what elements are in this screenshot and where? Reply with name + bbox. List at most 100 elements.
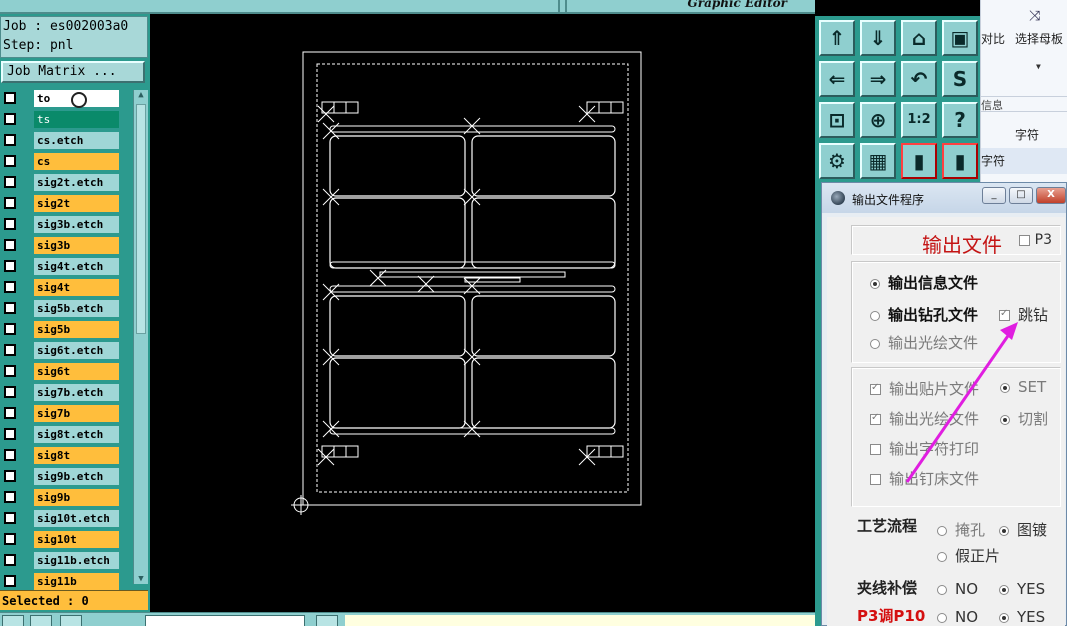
layer-name[interactable]: sig9b (34, 489, 119, 506)
layer-row[interactable]: sig3b.etch (0, 214, 132, 235)
layer-checkbox[interactable] (4, 92, 16, 104)
radio-tent[interactable]: 掩孔 (937, 519, 985, 540)
undo-button[interactable]: ↶ (901, 61, 937, 97)
check-output-print[interactable]: 输出字符打印 (870, 438, 979, 459)
layer-checkbox[interactable] (4, 491, 16, 503)
layer-checkbox[interactable] (4, 512, 16, 524)
layer-checkbox[interactable] (4, 449, 16, 461)
move-right-button[interactable]: ⇒ (860, 61, 896, 97)
ribbon-info-tab[interactable]: 信息 (981, 96, 1067, 112)
layer-name[interactable]: sig7b (34, 405, 119, 422)
layer-name[interactable]: sig4t.etch (34, 258, 119, 275)
layer-checkbox[interactable] (4, 302, 16, 314)
scale-1-2-button[interactable]: 1:2 (901, 102, 937, 138)
pattern-radio[interactable] (999, 525, 1009, 536)
layer-row[interactable]: sig3b (0, 235, 132, 256)
ribbon-char-b[interactable]: 字符 (981, 148, 1067, 174)
check-output-bed[interactable]: 输出钉床文件 (870, 468, 979, 489)
layer-name[interactable]: sig2t (34, 195, 119, 212)
radio-cut[interactable]: 切割 (1000, 408, 1048, 429)
layer-name[interactable]: sig6t (34, 363, 119, 380)
radio-pattern[interactable]: 图镀 (999, 519, 1047, 540)
chevron-down-icon[interactable]: ▼ (1036, 62, 1041, 71)
graphic-canvas[interactable] (150, 16, 815, 612)
radio-clamp-yes[interactable]: YES (999, 580, 1045, 598)
layer-row[interactable]: ts (0, 109, 132, 130)
scroll-down-icon[interactable]: ▼ (136, 574, 146, 584)
bottom-input-field[interactable] (145, 615, 305, 626)
radio-output-info[interactable]: 输出信息文件 (870, 272, 978, 293)
skip-drill-checkbox-row[interactable]: 跳钻 (999, 304, 1048, 325)
layer-name[interactable]: sig9b.etch (34, 468, 119, 485)
radio-p3p10-no[interactable]: NO (937, 608, 978, 626)
layer-row[interactable]: sig10t (0, 529, 132, 550)
maximize-button[interactable]: □ (1009, 187, 1033, 204)
radio-photo[interactable] (870, 338, 880, 349)
layer-row[interactable]: sig6t.etch (0, 340, 132, 361)
bottom-tool-button[interactable] (30, 615, 52, 626)
layer-list-scrollbar[interactable]: ▲ ▼ (133, 90, 148, 584)
layer-compare-button[interactable]: ▮ (901, 143, 937, 179)
layer-row[interactable]: sig4t.etch (0, 256, 132, 277)
photo-checkbox[interactable] (870, 412, 881, 425)
radio-set[interactable]: SET (1000, 378, 1046, 396)
bed-checkbox[interactable] (870, 474, 881, 485)
layer-row[interactable]: sig7b (0, 403, 132, 424)
layer-name[interactable]: sig4t (34, 279, 119, 296)
layer-checkbox[interactable] (4, 113, 16, 125)
skip-drill-checkbox[interactable] (999, 308, 1010, 321)
smt-checkbox[interactable] (870, 382, 881, 395)
radio-output-drill[interactable]: 输出钻孔文件 (870, 304, 978, 325)
home-button[interactable]: ⌂ (901, 20, 937, 56)
layer-name[interactable]: sig8t (34, 447, 119, 464)
layer-checkbox[interactable] (4, 470, 16, 482)
layer-checkbox[interactable] (4, 428, 16, 440)
layer-name[interactable]: sig5b.etch (34, 300, 119, 317)
layer-row[interactable]: sig7b.etch (0, 382, 132, 403)
bottom-tool-button[interactable] (60, 615, 82, 626)
fake-radio[interactable] (937, 551, 947, 562)
layer-name[interactable]: sig11b (34, 573, 119, 590)
scroll-thumb[interactable] (136, 104, 146, 334)
layer-checkbox[interactable] (4, 344, 16, 356)
move-down-button[interactable]: ⇓ (860, 20, 896, 56)
minimize-button[interactable]: _ (982, 187, 1006, 204)
set-radio[interactable] (1000, 382, 1010, 393)
layer-checkbox[interactable] (4, 260, 16, 272)
close-button[interactable]: X (1036, 187, 1066, 204)
layer-name[interactable]: sig10t.etch (34, 510, 119, 527)
job-matrix-button[interactable]: Job Matrix ... (1, 61, 145, 83)
dialog-title-bar[interactable]: 输出文件程序 _ □ X (822, 183, 1066, 213)
layer-name[interactable]: sig5b (34, 321, 119, 338)
help-button[interactable]: ? (942, 102, 978, 138)
layer-row[interactable]: cs.etch (0, 130, 132, 151)
clamp-no-radio[interactable] (937, 584, 947, 595)
bottom-tool-button[interactable] (2, 615, 24, 626)
window-button[interactable]: ▣ (942, 20, 978, 56)
radio-info[interactable] (870, 278, 880, 289)
layer-checkbox[interactable] (4, 533, 16, 545)
layer-row[interactable]: sig5b.etch (0, 298, 132, 319)
layer-name[interactable]: sig2t.etch (34, 174, 119, 191)
pan-button[interactable]: ⊕ (860, 102, 896, 138)
layer-compare-button[interactable]: ▮ (942, 143, 978, 179)
layer-row[interactable]: sig6t (0, 361, 132, 382)
layer-name[interactable]: sig3b (34, 237, 119, 254)
layer-name[interactable]: ts (34, 111, 119, 128)
layer-checkbox[interactable] (4, 386, 16, 398)
layer-row[interactable]: sig2t (0, 193, 132, 214)
layer-checkbox[interactable] (4, 239, 16, 251)
layer-row[interactable]: sig5b (0, 319, 132, 340)
layer-checkbox[interactable] (4, 554, 16, 566)
move-up-button[interactable]: ⇑ (819, 20, 855, 56)
ribbon-compare[interactable]: 对比 (981, 30, 1005, 47)
p3-checkbox-row[interactable]: P3 (1019, 232, 1052, 248)
zoom-fit-button[interactable]: ⊡ (819, 102, 855, 138)
clamp-yes-radio[interactable] (999, 584, 1009, 595)
layer-name[interactable]: sig8t.etch (34, 426, 119, 443)
ribbon-char-a[interactable]: 字符 (1015, 126, 1039, 143)
layer-name[interactable]: sig7b.etch (34, 384, 119, 401)
layer-row[interactable]: to (0, 88, 132, 109)
layer-checkbox[interactable] (4, 197, 16, 209)
layer-checkbox[interactable] (4, 218, 16, 230)
